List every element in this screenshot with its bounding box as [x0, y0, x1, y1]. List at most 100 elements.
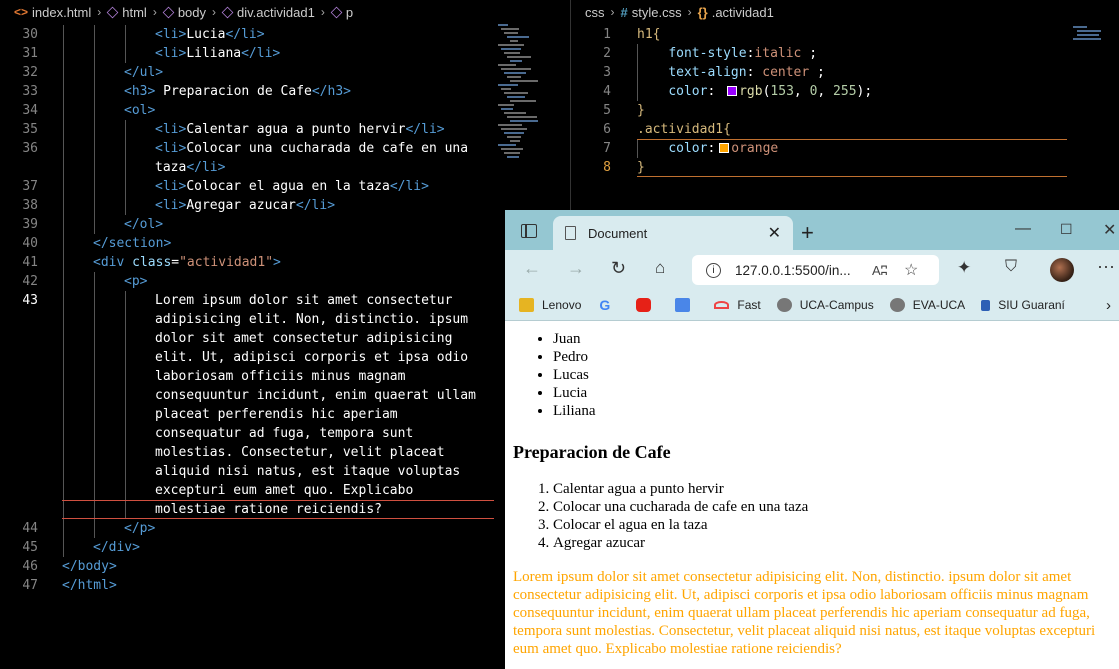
code-line[interactable]: aliquid nisi natus, est itaque voluptas	[0, 462, 556, 481]
home-icon[interactable]: ⌂	[655, 258, 665, 278]
minimap-line	[504, 52, 520, 54]
breadcrumb-item-div[interactable]: div.actividad1	[221, 5, 315, 20]
profile-avatar[interactable]	[1050, 258, 1074, 282]
code-line[interactable]: 36 <li>Colocar una cucharada de cafe en u…	[0, 139, 556, 158]
indent-guide	[125, 120, 126, 139]
code-line[interactable]: 42 <p>	[0, 272, 556, 291]
code-line[interactable]: elit. Ut, adipisci corporis et ipsa odio	[0, 348, 556, 367]
code-line[interactable]: taza</li>	[0, 158, 556, 177]
line-number: 37	[22, 179, 38, 194]
code-line[interactable]: 39 </ol>	[0, 215, 556, 234]
selector-icon: {}	[697, 4, 708, 20]
minimap-line	[501, 108, 513, 110]
indent-guide	[94, 291, 95, 310]
code-text: </div>	[93, 540, 140, 555]
indent-guide	[63, 120, 64, 139]
bookmark-eva-uca[interactable]: EVA-UCA	[889, 298, 965, 312]
code-line[interactable]: 47 </html>	[0, 576, 556, 595]
code-line[interactable]: 43 Lorem ipsum dolor sit amet consectetur	[0, 291, 556, 310]
bookmark-uca-campus[interactable]: UCA-Campus	[776, 298, 874, 312]
address-bar[interactable]: i 127.0.0.1:5500/in... Aʭ ☆	[692, 255, 939, 285]
chevron-right-icon[interactable]: ›	[1106, 297, 1111, 314]
breadcrumb-item-html[interactable]: html	[106, 5, 147, 20]
code-line[interactable]: 3 text-align: center ;	[571, 63, 1119, 82]
tab-document[interactable]: Document ✕	[553, 216, 793, 250]
minimap[interactable]	[1073, 24, 1113, 44]
minimize-icon[interactable]: —	[1015, 220, 1031, 238]
code-line[interactable]: consequatur ad fuga, tempora sunt	[0, 424, 556, 443]
code-line[interactable]: 41 <div class="actividad1">	[0, 253, 556, 272]
tab-bar: Document ✕ + — ☐ ✕	[505, 210, 1119, 250]
more-menu-icon[interactable]: ···	[1097, 256, 1115, 277]
bookmark-google[interactable]: G	[597, 298, 620, 312]
code-line[interactable]: 34 <ol>	[0, 101, 556, 120]
code-line[interactable]: 44 </p>	[0, 519, 556, 538]
extensions-icon[interactable]: ✦	[957, 258, 971, 278]
code-line[interactable]: 35 <li>Calentar agua a punto hervir</li>	[0, 120, 556, 139]
forward-icon[interactable]: →	[567, 258, 585, 279]
code-line[interactable]: excepturi eum amet quo. Explicabo	[0, 481, 556, 500]
code-area[interactable]: 1 h1{2 font-style:italic ; 3 text-align: c…	[571, 24, 1119, 210]
breadcrumb-item-body[interactable]: body	[162, 5, 206, 20]
breadcrumb-item-folder[interactable]: css	[585, 5, 605, 20]
code-line[interactable]: 1 h1{	[571, 25, 1119, 44]
read-aloud-icon[interactable]: Aʭ	[872, 263, 888, 278]
line-number: 1	[603, 27, 611, 42]
new-tab-button[interactable]: +	[801, 220, 814, 246]
minimap[interactable]	[498, 24, 554, 164]
code-line[interactable]: 4 color: rgb(153, 0, 255);	[571, 82, 1119, 101]
code-line[interactable]: 45 </div>	[0, 538, 556, 557]
css-editor-pane[interactable]: css › # style.css › {} .actividad1 1 h1{2 f…	[570, 0, 1119, 210]
code-line[interactable]: dolor sit amet consectetur adipisicing	[0, 329, 556, 348]
code-line[interactable]: 37 <li>Colocar el agua en la taza</li>	[0, 177, 556, 196]
bookmark-lenovo[interactable]: Lenovo	[519, 298, 581, 312]
code-line[interactable]: 2 font-style:italic ;	[571, 44, 1119, 63]
code-line[interactable]: placeat perferendis hic aperiam	[0, 405, 556, 424]
indent-guide	[125, 291, 126, 310]
code-text: excepturi eum amet quo. Explicabo	[155, 483, 414, 498]
bookmark-fast[interactable]: Fast	[714, 298, 761, 312]
code-line[interactable]: adipisicing elit. Non, distinctio. ipsum	[0, 310, 556, 329]
code-line[interactable]: 38 <li>Agregar azucar</li>	[0, 196, 556, 215]
refresh-icon[interactable]: ↻	[611, 258, 626, 279]
code-line[interactable]: 5}	[571, 101, 1119, 120]
line-number: 33	[22, 84, 38, 99]
code-line[interactable]: 46 </body>	[0, 557, 556, 576]
tab-actions-icon[interactable]	[521, 224, 537, 238]
breadcrumb-item-file[interactable]: <> index.html	[14, 5, 91, 20]
browser-essentials-icon[interactable]: ⛉	[1005, 258, 1017, 276]
breadcrumb-item-file[interactable]: # style.css	[621, 5, 682, 20]
code-line[interactable]: 6 .actividad1{	[571, 120, 1119, 139]
indent-guide	[94, 367, 95, 386]
bookmark-youtube[interactable]	[636, 298, 659, 312]
code-area[interactable]: 30 <li>Lucia</li> 31 <li>Liliana</li> 32 </ul…	[0, 24, 556, 669]
info-icon[interactable]: i	[706, 262, 721, 278]
code-line[interactable]: consequuntur incidunt, enim quaerat ulla…	[0, 386, 556, 405]
color-swatch-icon[interactable]	[727, 86, 738, 96]
code-line[interactable]: 31 <li>Liliana</li>	[0, 44, 556, 63]
breadcrumb-item-p[interactable]: p	[330, 5, 353, 20]
line-number: 6	[603, 122, 611, 137]
code-line[interactable]: 30 <li>Lucia</li>	[0, 25, 556, 44]
code-line[interactable]: molestias. Consectetur, velit placeat	[0, 443, 556, 462]
code-line[interactable]: 32 </ul>	[0, 63, 556, 82]
breadcrumb: css › # style.css › {} .actividad1	[571, 0, 1119, 24]
breadcrumb-item-selector[interactable]: {} .actividad1	[698, 5, 774, 20]
list-item: Lucas	[553, 366, 595, 384]
code-text: </section>	[93, 236, 172, 251]
code-line[interactable]: 40 </section>	[0, 234, 556, 253]
close-icon[interactable]: ✕	[768, 223, 781, 243]
bookmark-translate[interactable]	[675, 298, 698, 312]
bookmark-siu-guarani[interactable]: SIU Guaraní	[981, 298, 1065, 312]
url-text[interactable]: 127.0.0.1:5500/in...	[735, 263, 851, 278]
maximize-icon[interactable]: ☐	[1060, 221, 1073, 238]
indent-guide	[63, 44, 64, 63]
html-editor-pane[interactable]: <> index.html › html › body › div.activid…	[0, 0, 556, 669]
code-line[interactable]: laboriosam officiis minus magnam	[0, 367, 556, 386]
add-favorite-icon[interactable]: ☆	[904, 260, 918, 280]
minimap-line	[501, 48, 521, 50]
back-icon[interactable]: ←	[523, 258, 541, 279]
window-close-icon[interactable]: ✕	[1103, 220, 1116, 240]
indent-guide	[63, 139, 64, 158]
code-line[interactable]: 33 <h3> Preparacion de Cafe</h3>	[0, 82, 556, 101]
